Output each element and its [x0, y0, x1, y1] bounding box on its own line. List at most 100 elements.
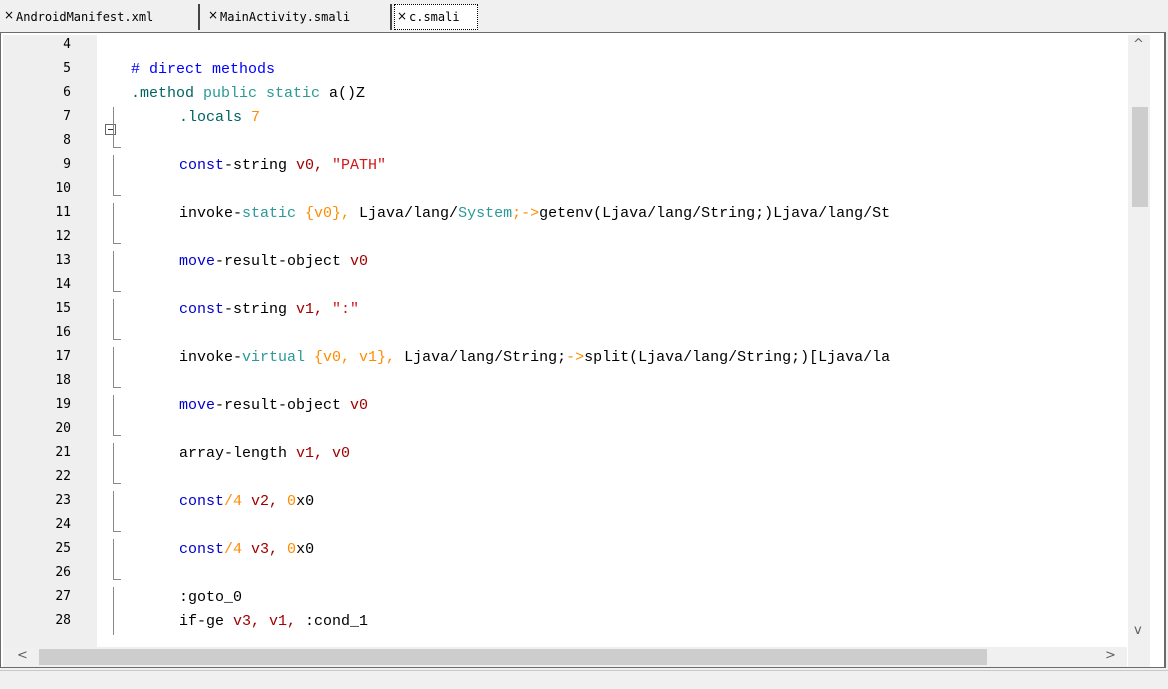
code-token: Ljava/lang/: [359, 205, 459, 222]
code-token: v3,: [251, 541, 288, 558]
vertical-scroll-thumb[interactable]: [1132, 107, 1148, 207]
code-line[interactable]: 24: [1, 515, 1125, 539]
code-line[interactable]: 17 invoke-virtual {v0, v1}, Ljava/lang/St…: [1, 347, 1125, 371]
line-number: 14: [55, 277, 71, 292]
code-line[interactable]: 26: [1, 563, 1125, 587]
code-line[interactable]: 14: [1, 275, 1125, 299]
code-token: invoke-: [179, 205, 243, 222]
code-line[interactable]: 4: [1, 35, 1125, 59]
scroll-right-icon[interactable]: >: [1105, 648, 1116, 663]
code-line[interactable]: 23 const/4 v2, 0x0: [1, 491, 1125, 515]
code-text: .locals 7: [179, 109, 260, 126]
code-token: ->: [566, 349, 585, 366]
status-bar: [0, 670, 1168, 689]
code-text: move-result-object v0: [179, 253, 368, 270]
code-text: if-ge v3, v1, :cond_1: [179, 613, 368, 630]
fold-guide: [113, 107, 114, 147]
fold-guide: [113, 395, 114, 435]
code-token: {v0, v1},: [305, 349, 405, 366]
code-line[interactable]: 10: [1, 179, 1125, 203]
code-line[interactable]: 15 const-string v1, ":": [1, 299, 1125, 323]
scroll-left-icon[interactable]: <: [17, 648, 28, 663]
code-token: v2,: [251, 493, 288, 510]
line-number: 22: [55, 469, 71, 484]
fold-guide-end: [113, 195, 121, 196]
code-text: move-result-object v0: [179, 397, 368, 414]
code-line[interactable]: 5 # direct methods: [1, 59, 1125, 83]
code-token: v3, v1,: [233, 613, 306, 630]
code-line[interactable]: 20: [1, 419, 1125, 443]
fold-collapse-icon[interactable]: [105, 124, 116, 135]
code-line[interactable]: 13 move-result-object v0: [1, 251, 1125, 275]
code-text: const-string v1, ":": [179, 301, 359, 318]
code-token: 7: [242, 109, 261, 126]
line-number: 16: [55, 325, 71, 340]
code-token: if-ge: [179, 613, 234, 630]
line-number: 21: [55, 445, 71, 460]
tab-label: MainActivity.smali: [220, 10, 351, 24]
code-token: # direct methods: [131, 61, 276, 78]
tab-c-smali[interactable]: × c.smali: [394, 4, 478, 30]
close-icon[interactable]: ×: [397, 10, 407, 22]
scroll-up-icon[interactable]: ^: [1133, 37, 1144, 52]
code-text: .method public static a()Z: [131, 85, 365, 102]
scrollbar-corner: [1128, 647, 1150, 667]
line-number: 12: [55, 229, 71, 244]
line-number: 28: [55, 613, 71, 628]
code-token: -result-object: [215, 253, 351, 270]
code-line[interactable]: 27:goto_0: [1, 587, 1125, 611]
code-token: .method: [131, 85, 195, 102]
code-token: Ljava/lang/String;: [404, 349, 567, 366]
tab-label: AndroidManifest.xml: [16, 10, 154, 24]
code-token: 0: [287, 541, 297, 558]
code-token: ;->: [512, 205, 540, 222]
code-token: :goto_0: [179, 589, 243, 606]
line-number: 11: [55, 205, 71, 220]
scroll-down-icon[interactable]: v: [1134, 623, 1142, 638]
close-icon[interactable]: ×: [208, 9, 218, 21]
code-token: v1,: [296, 301, 333, 318]
code-line[interactable]: 6 .method public static a()Z: [1, 83, 1125, 107]
fold-guide-end: [113, 339, 121, 340]
code-token: move: [179, 253, 216, 270]
code-token: 0: [287, 493, 297, 510]
code-token: getenv(Ljava/lang/String;)Ljava/lang/St: [539, 205, 891, 222]
code-text: array-length v1, v0: [179, 445, 350, 462]
fold-guide-end: [113, 291, 121, 292]
code-line[interactable]: 18: [1, 371, 1125, 395]
code-line[interactable]: 21 array-length v1, v0: [1, 443, 1125, 467]
fold-guide: [113, 587, 114, 635]
code-area[interactable]: 4 5 # direct methods 6 .method public static…: [1, 35, 1125, 647]
horizontal-scroll-thumb[interactable]: [39, 649, 987, 665]
code-line[interactable]: 8: [1, 131, 1125, 155]
code-line[interactable]: 25 const/4 v3, 0x0: [1, 539, 1125, 563]
code-line[interactable]: 22: [1, 467, 1125, 491]
code-line[interactable]: 16: [1, 323, 1125, 347]
code-token: v0: [350, 253, 369, 270]
tab-mainactivity[interactable]: × MainActivity.smali: [206, 4, 392, 30]
code-token: "PATH": [332, 157, 387, 174]
code-line[interactable]: 9 const-string v0, "PATH": [1, 155, 1125, 179]
code-token: -result-object: [215, 397, 351, 414]
fold-guide: [113, 251, 114, 291]
line-number: 4: [63, 37, 71, 52]
fold-guide-end: [113, 147, 121, 148]
code-token: v0: [350, 397, 369, 414]
close-icon[interactable]: ×: [4, 9, 14, 21]
code-token: -string: [224, 157, 297, 174]
line-number: 23: [55, 493, 71, 508]
line-number: 17: [55, 349, 71, 364]
code-line[interactable]: 12: [1, 227, 1125, 251]
code-line[interactable]: 7 .locals 7: [1, 107, 1125, 131]
line-number: 8: [63, 133, 71, 148]
code-token: :cond_1: [305, 613, 369, 630]
code-line[interactable]: 11 invoke-static {v0}, Ljava/lang/System;…: [1, 203, 1125, 227]
tab-androidmanifest[interactable]: × AndroidManifest.xml: [2, 4, 200, 30]
code-line[interactable]: 19 move-result-object v0: [1, 395, 1125, 419]
code-token: public static: [194, 85, 330, 102]
code-token: const: [179, 493, 225, 510]
fold-guide-end: [113, 579, 121, 580]
code-line[interactable]: 28 if-ge v3, v1, :cond_1: [1, 611, 1125, 635]
code-editor[interactable]: 4 5 # direct methods 6 .method public static…: [0, 32, 1166, 668]
code-token: static: [242, 205, 297, 222]
